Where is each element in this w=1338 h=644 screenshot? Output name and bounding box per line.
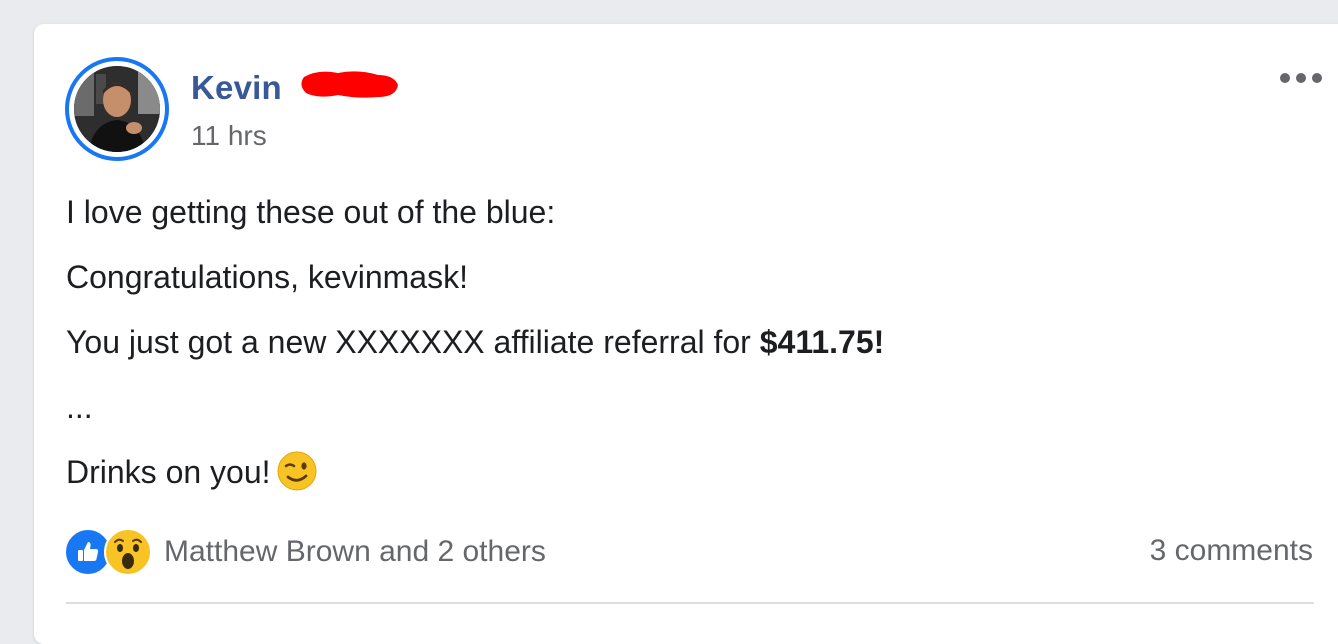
author-name[interactable]: Kevin xyxy=(191,69,282,107)
post-card: Kevin 11 hrs I love getting these out of… xyxy=(34,24,1338,644)
divider xyxy=(66,602,1314,604)
ellipsis-icon xyxy=(1280,73,1322,83)
wow-reaction-icon xyxy=(104,528,152,576)
reactions-summary[interactable]: Matthew Brown and 2 others xyxy=(64,527,546,577)
winking-face-icon xyxy=(277,451,317,502)
post-line: I love getting these out of the blue: xyxy=(66,194,556,230)
post-line: You just got a new XXXXXXX affiliate ref… xyxy=(66,320,1306,364)
referral-amount: $411.75! xyxy=(759,324,885,360)
reactions-names[interactable]: Matthew Brown and 2 others xyxy=(164,535,546,569)
more-options-button[interactable] xyxy=(1278,68,1324,88)
referral-text: You just got a new XXXXXXX affiliate ref… xyxy=(66,324,760,360)
post-line: Congratulations, kevinmask! xyxy=(66,259,468,295)
post-line: Drinks on you! xyxy=(66,450,1306,502)
avatar[interactable] xyxy=(65,57,169,161)
profile-photo xyxy=(74,66,160,152)
closing-text: Drinks on you! xyxy=(66,454,271,490)
comments-count[interactable]: 3 comments xyxy=(1150,534,1313,568)
redaction-mark xyxy=(298,67,402,108)
post-text: I love getting these out of the blue: Co… xyxy=(66,190,1306,523)
post-timestamp[interactable]: 11 hrs xyxy=(191,120,267,152)
post-line: ... xyxy=(66,389,93,425)
